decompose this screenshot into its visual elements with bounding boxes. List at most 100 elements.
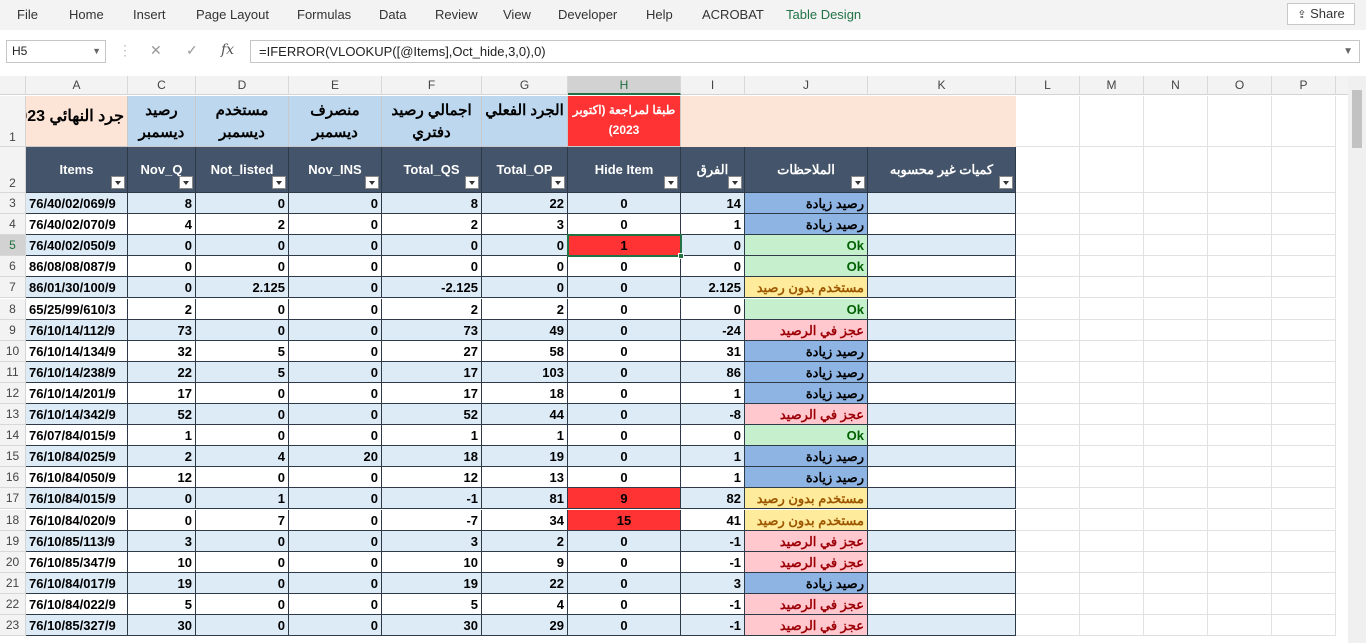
row-header-14[interactable]: 14: [0, 425, 26, 447]
cell-c[interactable]: 4: [128, 214, 196, 236]
cell-h[interactable]: 0: [568, 193, 681, 215]
cell-h[interactable]: 0: [568, 340, 681, 362]
column-header-j[interactable]: J: [745, 76, 868, 95]
row-header-7[interactable]: 7: [0, 277, 26, 299]
cell-h[interactable]: 0: [568, 298, 681, 320]
row-header-3[interactable]: 3: [0, 193, 26, 215]
cell-g[interactable]: 49: [482, 319, 568, 341]
grid-cell[interactable]: [1080, 235, 1144, 257]
grid-cell[interactable]: [1208, 361, 1272, 383]
cell-k[interactable]: [868, 298, 1016, 320]
grid-cell[interactable]: [1080, 615, 1144, 637]
cell-a[interactable]: 76/10/85/113/9: [26, 530, 128, 552]
cell-a[interactable]: 76/10/14/238/9: [26, 361, 128, 383]
tab-page-layout[interactable]: Page Layout: [196, 7, 269, 22]
cell-f[interactable]: 30: [382, 615, 482, 637]
cell-k[interactable]: [868, 551, 1016, 573]
cell-f[interactable]: 2: [382, 214, 482, 236]
cell-f[interactable]: 0: [382, 256, 482, 278]
cell-d[interactable]: 0: [196, 319, 289, 341]
row-header-6[interactable]: 6: [0, 256, 26, 278]
cell-f[interactable]: 5: [382, 593, 482, 615]
row-header-21[interactable]: 21: [0, 572, 26, 594]
cell-i[interactable]: 0: [681, 425, 745, 447]
tab-data[interactable]: Data: [379, 7, 406, 22]
grid-cell[interactable]: [1080, 298, 1144, 320]
cell-f[interactable]: 19: [382, 572, 482, 594]
cell-d[interactable]: 2.125: [196, 277, 289, 299]
cell-e[interactable]: 0: [289, 235, 382, 257]
tab-home[interactable]: Home: [69, 7, 104, 22]
grid-cell[interactable]: [1208, 615, 1272, 637]
cell-c[interactable]: 32: [128, 340, 196, 362]
grid-cell[interactable]: [1144, 488, 1208, 510]
cell-d[interactable]: 2: [196, 214, 289, 236]
filter-dropdown-icon[interactable]: [551, 176, 565, 189]
cell-a[interactable]: 76/10/14/112/9: [26, 319, 128, 341]
row-header-12[interactable]: 12: [0, 382, 26, 404]
cell-g[interactable]: 103: [482, 361, 568, 383]
grid-cell[interactable]: [1016, 467, 1080, 489]
grid-cell[interactable]: [1144, 256, 1208, 278]
cell-i[interactable]: -1: [681, 593, 745, 615]
cell-i[interactable]: 0: [681, 256, 745, 278]
cell-c[interactable]: 0: [128, 509, 196, 531]
grid-cell[interactable]: [1080, 425, 1144, 447]
cell-d[interactable]: 0: [196, 551, 289, 573]
cell-g[interactable]: 29: [482, 615, 568, 637]
cell-d[interactable]: 0: [196, 572, 289, 594]
grid-cell[interactable]: [1016, 425, 1080, 447]
grid-cell[interactable]: [1208, 509, 1272, 531]
row-header-4[interactable]: 4: [0, 214, 26, 236]
cell-d[interactable]: 0: [196, 425, 289, 447]
grid-cell[interactable]: [1208, 382, 1272, 404]
cell-k[interactable]: [868, 425, 1016, 447]
grid-cell[interactable]: [1208, 319, 1272, 341]
cell-j[interactable]: رصيد زيادة: [745, 214, 868, 236]
grid-cell[interactable]: [1080, 382, 1144, 404]
column-header-o[interactable]: O: [1208, 76, 1272, 95]
cell-e[interactable]: 0: [289, 593, 382, 615]
grid-cell[interactable]: [1080, 467, 1144, 489]
cell-k[interactable]: [868, 509, 1016, 531]
cell-e[interactable]: 0: [289, 488, 382, 510]
cell-c[interactable]: 17: [128, 382, 196, 404]
grid-cell[interactable]: [1144, 361, 1208, 383]
filter-dropdown-icon[interactable]: [999, 176, 1013, 189]
grid-cell[interactable]: [1144, 319, 1208, 341]
grid-cell[interactable]: [1144, 551, 1208, 573]
grid-cell[interactable]: [1272, 509, 1336, 531]
cell-h[interactable]: 0: [568, 572, 681, 594]
cell-g[interactable]: 34: [482, 509, 568, 531]
grid-cell[interactable]: [1272, 593, 1336, 615]
column-header-a[interactable]: A: [26, 76, 128, 95]
grid-cell[interactable]: [1016, 615, 1080, 637]
cell-j[interactable]: مستخدم بدون رصيد: [745, 488, 868, 510]
tab-review[interactable]: Review: [435, 7, 478, 22]
filter-dropdown-icon[interactable]: [465, 176, 479, 189]
row-header-19[interactable]: 19: [0, 530, 26, 552]
grid-cell[interactable]: [1208, 530, 1272, 552]
cell-c[interactable]: 0: [128, 277, 196, 299]
cell-g[interactable]: 18: [482, 382, 568, 404]
grid-cell[interactable]: [1272, 530, 1336, 552]
cell-a[interactable]: 76/10/14/134/9: [26, 340, 128, 362]
grid-cell[interactable]: [1080, 193, 1144, 215]
grid-cell[interactable]: [1080, 147, 1144, 193]
cell-i[interactable]: 86: [681, 361, 745, 383]
cell-d[interactable]: 0: [196, 382, 289, 404]
grid-cell[interactable]: [1144, 193, 1208, 215]
grid-cell[interactable]: [1080, 446, 1144, 468]
chevron-down-icon[interactable]: ▼: [92, 41, 101, 62]
grid-cell[interactable]: [1144, 340, 1208, 362]
row-header-15[interactable]: 15: [0, 446, 26, 468]
row-header-2[interactable]: 2: [0, 147, 26, 193]
tab-acrobat[interactable]: ACROBAT: [702, 7, 764, 22]
cell-k[interactable]: [868, 530, 1016, 552]
column-header-f[interactable]: F: [382, 76, 482, 95]
grid-cell[interactable]: [1144, 425, 1208, 447]
cell-k[interactable]: [868, 235, 1016, 257]
cell-d[interactable]: 0: [196, 256, 289, 278]
grid-cell[interactable]: [1208, 551, 1272, 573]
cell-e[interactable]: 0: [289, 615, 382, 637]
